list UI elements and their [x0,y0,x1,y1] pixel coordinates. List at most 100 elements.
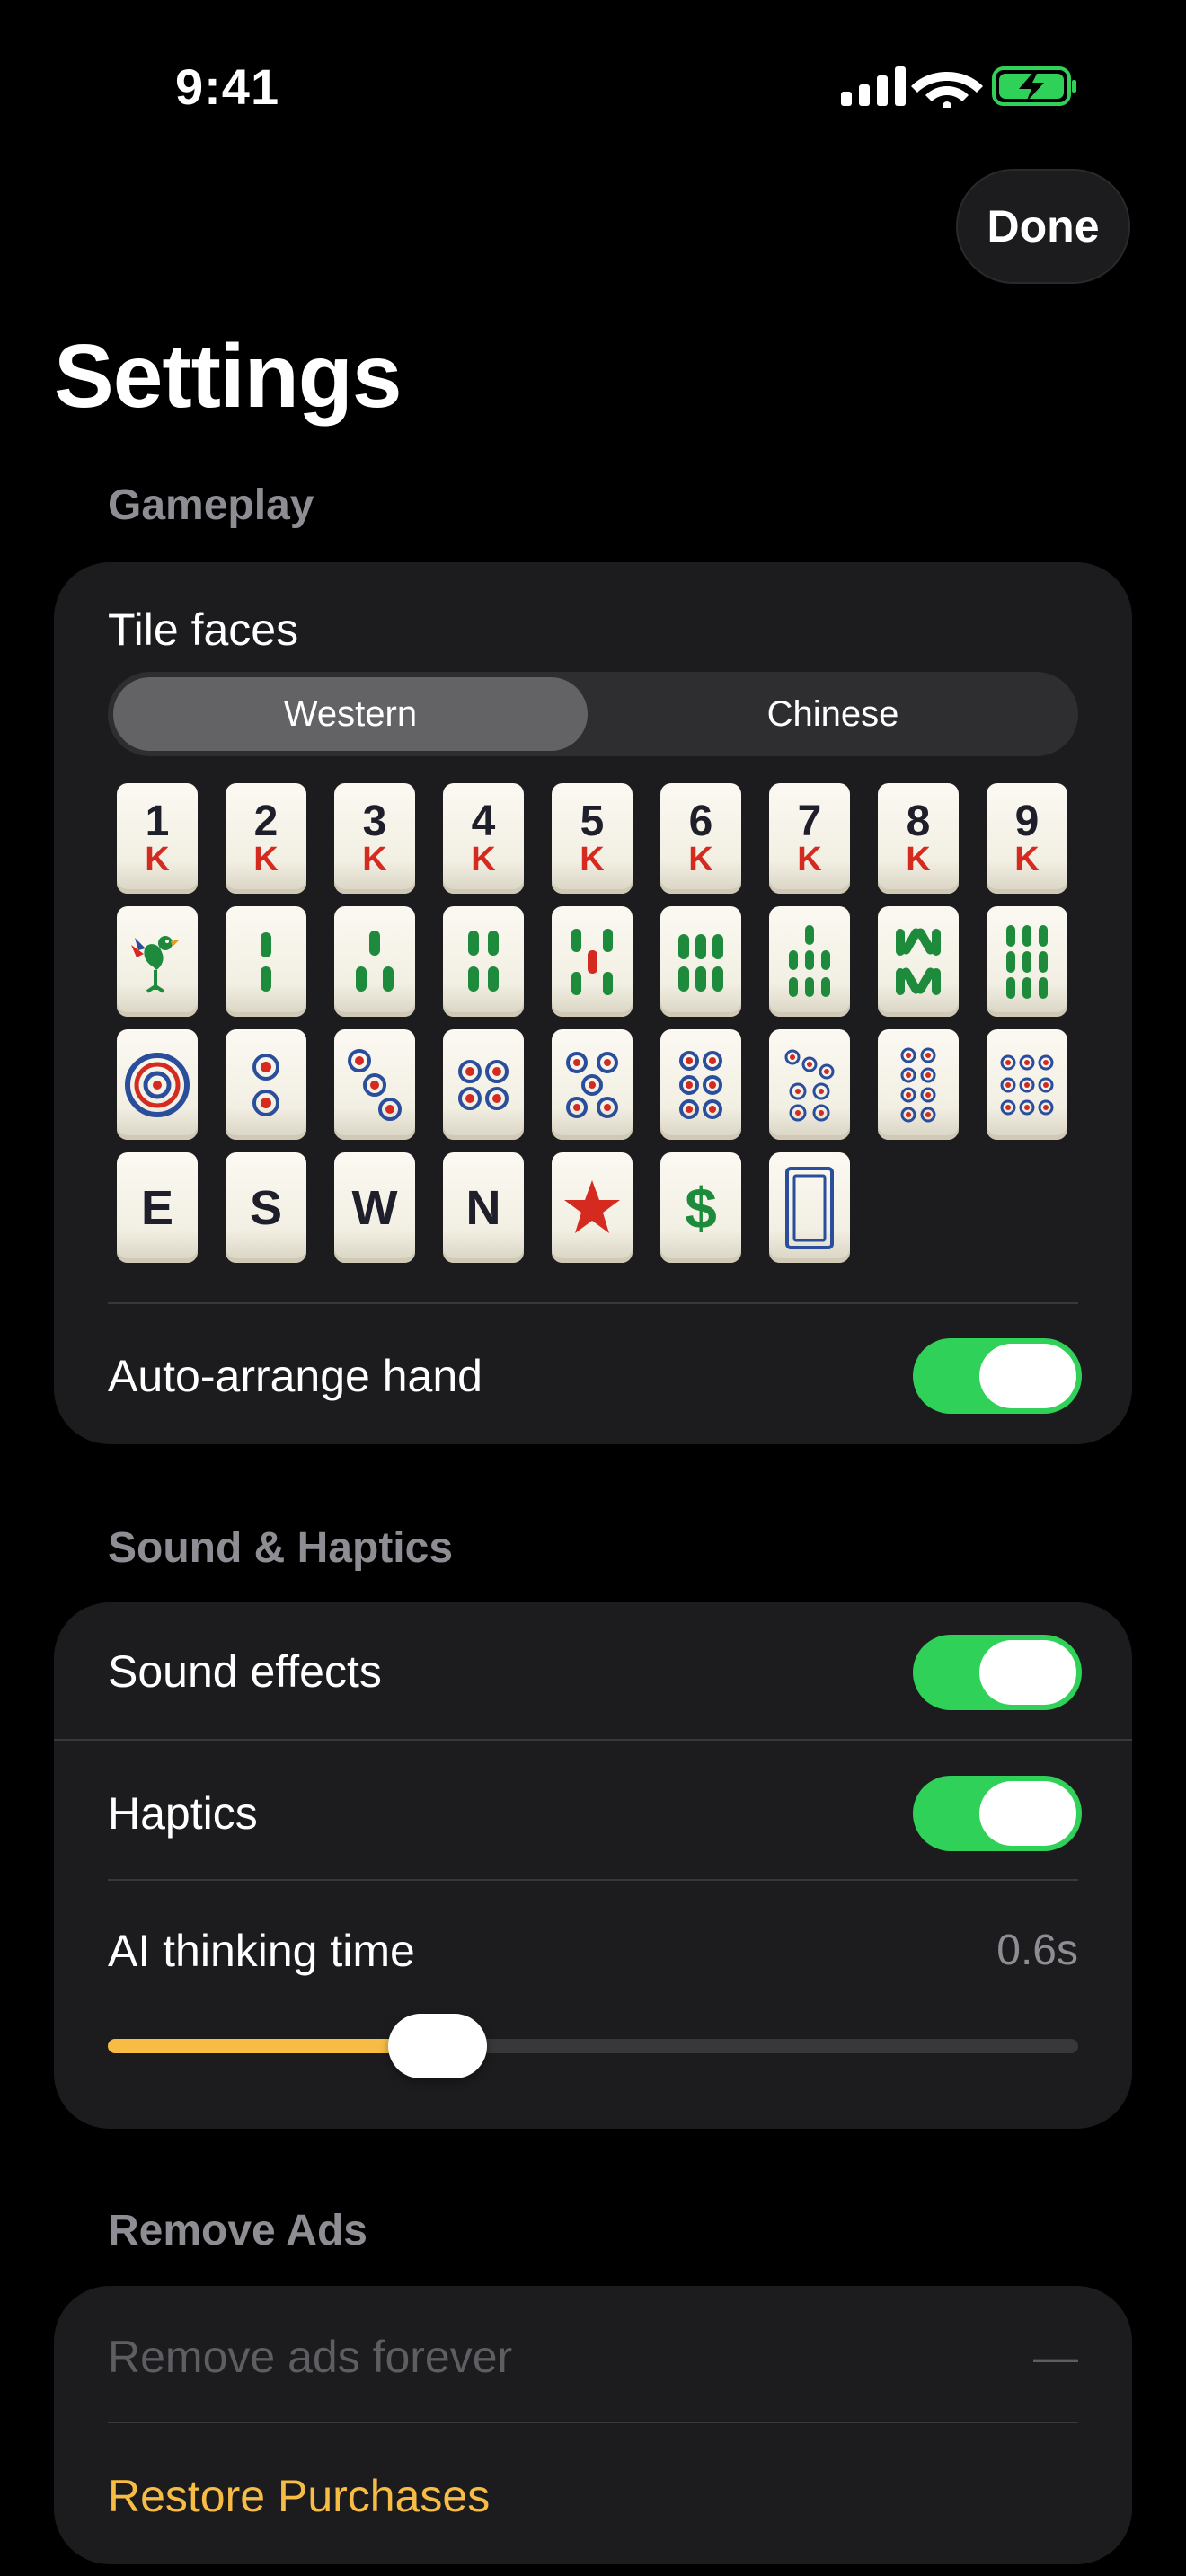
tile-dots-9 [987,1029,1067,1140]
tile-mark: K [580,840,605,878]
wind-letter: S [249,1180,283,1235]
wind-letter: N [465,1180,501,1235]
tile-dragon-white [769,1152,850,1263]
status-time: 9:41 [175,58,280,115]
bamboo-6-icon [678,933,723,992]
dollar-sign: $ [685,1175,717,1240]
dots-2-icon [252,1053,279,1116]
tile-dots-1 [117,1029,198,1140]
divider [108,1302,1078,1304]
done-button[interactable]: Done [956,169,1130,284]
sound-effects-toggle[interactable] [913,1635,1082,1710]
tile-mark: K [688,840,713,878]
dots-6-icon [679,1050,722,1119]
tile-number: 9 [1014,797,1040,845]
dots-8-icon [900,1047,936,1122]
remove-ads-forever-label[interactable]: Remove ads forever [108,2331,512,2383]
ai-thinking-time-slider-thumb[interactable] [388,2014,488,2078]
tile-bamboo-9 [987,906,1067,1017]
tile-dots-7 [769,1029,850,1140]
tile-character-9: 9K [987,783,1067,894]
tile-dots-2 [226,1029,306,1140]
haptics-label: Haptics [108,1788,258,1839]
tile-mark: K [1014,840,1040,878]
cellular-signal-icon [841,66,906,106]
tile-bamboo-2 [226,906,306,1017]
tile-number: 2 [253,797,279,845]
tile-character-1: 1K [117,783,198,894]
ai-thinking-time-value: 0.6s [996,1927,1078,1974]
section-header-sound-haptics: Sound & Haptics [108,1524,454,1572]
toggle-knob [979,1781,1076,1846]
restore-purchases-button[interactable]: Restore Purchases [108,2470,490,2522]
tile-wind-south: S [226,1152,306,1263]
tile-wind-north: N [443,1152,524,1263]
bamboo-2-icon [261,931,271,992]
red-star-icon [564,1179,620,1233]
tile-mark: K [145,840,170,878]
bamboo-3-icon [356,930,394,992]
bamboo-7-icon [789,924,830,997]
sound-effects-label: Sound effects [108,1646,382,1697]
tile-bamboo-3 [334,906,415,1017]
tile-character-4: 4K [443,783,524,894]
wifi-icon [911,72,983,110]
tile-number: 4 [471,797,496,845]
tile-number: 5 [580,797,605,845]
tile-number: 1 [145,797,170,845]
tile-number: 3 [362,797,387,845]
tile-mark: K [471,840,496,878]
tile-wind-east: E [117,1152,198,1263]
tile-dragon-red [552,1152,633,1263]
tile-dots-6 [660,1029,741,1140]
section-header-gameplay: Gameplay [108,481,314,529]
segment-chinese[interactable]: Chinese [593,677,1073,751]
white-dragon-frame-icon [785,1166,834,1249]
tile-character-5: 5K [552,783,633,894]
tile-dots-4 [443,1029,524,1140]
auto-arrange-label: Auto-arrange hand [108,1351,482,1401]
tile-number: 6 [688,797,713,845]
tile-bamboo-8 [878,906,959,1017]
haptics-toggle[interactable] [913,1776,1082,1851]
tile-wind-west: W [334,1152,415,1263]
bamboo-4-icon [468,930,499,992]
dots-1-icon [125,1052,190,1117]
dots-9-icon [1000,1054,1054,1115]
tile-mark: K [253,840,279,878]
tile-bamboo-5 [552,906,633,1017]
tile-bamboo-6 [660,906,741,1017]
divider [54,1739,1132,1741]
divider [108,1879,1078,1881]
bamboo-8-icon [896,927,941,995]
tile-number: 8 [906,797,931,845]
toggle-knob [979,1344,1076,1408]
tile-bamboo-4 [443,906,524,1017]
toggle-knob [979,1640,1076,1705]
tile-dots-5 [552,1029,633,1140]
dots-5-icon [566,1051,618,1118]
ai-thinking-time-label: AI thinking time [108,1926,415,1976]
dots-4-icon [458,1059,509,1110]
remove-ads-card [54,2286,1132,2564]
tile-dots-3 [334,1029,415,1140]
tile-bamboo-7 [769,906,850,1017]
tile-dragon-green: $ [660,1152,741,1263]
wind-letter: W [351,1180,398,1235]
tile-mark: K [906,840,931,878]
dots-3-icon [348,1048,402,1121]
tile-character-6: 6K [660,783,741,894]
tile-character-8: 8K [878,783,959,894]
dots-7-icon [784,1049,835,1121]
tile-character-2: 2K [226,783,306,894]
tile-number: 7 [797,797,822,845]
tile-mark: K [362,840,387,878]
status-icons [839,65,1078,110]
tile-dots-8 [878,1029,959,1140]
section-header-remove-ads: Remove Ads [108,2207,367,2254]
tile-mark: K [797,840,822,878]
auto-arrange-toggle[interactable] [913,1338,1082,1414]
bamboo-9-icon [1006,924,1048,999]
wind-letter: E [140,1180,174,1235]
segment-western[interactable]: Western [113,677,588,751]
